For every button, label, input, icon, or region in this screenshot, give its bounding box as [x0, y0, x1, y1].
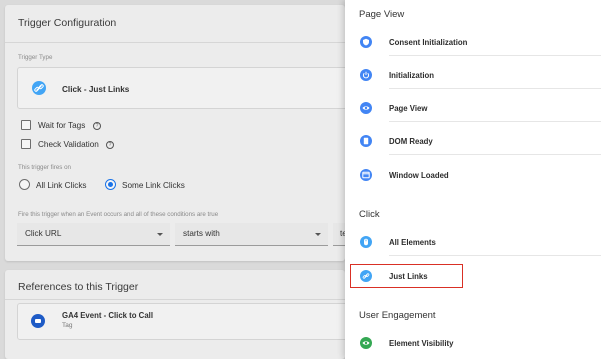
section-page-view-title: Page View: [359, 9, 405, 20]
check-validation-checkbox[interactable]: [21, 139, 31, 149]
trigger-item-label: DOM Ready: [389, 137, 433, 146]
trigger-configuration-title: Trigger Configuration: [18, 17, 117, 29]
section-user-engagement-title: User Engagement: [359, 310, 436, 321]
trigger-type-selector[interactable]: Click - Just Links: [17, 67, 349, 109]
trigger-item-label: Consent Initialization: [389, 38, 468, 47]
eye-icon: [360, 102, 372, 114]
power-icon: [360, 69, 372, 81]
reference-item[interactable]: GA4 Event - Click to Call Tag: [17, 303, 349, 340]
trigger-item-consent-initialization[interactable]: Consent Initialization: [345, 30, 601, 56]
some-link-clicks-label: Some Link Clicks: [122, 181, 185, 190]
trigger-type-picker-panel: Page View Consent Initialization Initial…: [345, 0, 601, 359]
trigger-item-label: All Elements: [389, 238, 436, 247]
link-icon: [32, 81, 46, 95]
fires-on-label: This trigger fires on: [18, 164, 71, 171]
condition-variable-select[interactable]: Click URL: [17, 223, 170, 246]
references-card: References to this Trigger GA4 Event - C…: [5, 270, 349, 359]
check-validation-label: Check Validation: [38, 140, 99, 149]
trigger-item-window-loaded[interactable]: Window Loaded: [345, 163, 601, 189]
item-divider: [389, 121, 601, 122]
all-link-clicks-label: All Link Clicks: [36, 181, 87, 190]
trigger-type-value: Click - Just Links: [62, 85, 130, 94]
references-title: References to this Trigger: [18, 281, 139, 293]
shield-icon: [360, 36, 372, 48]
wait-for-tags-checkbox[interactable]: [21, 120, 31, 130]
trigger-item-label: Element Visibility: [389, 339, 454, 348]
wait-for-tags-help-icon[interactable]: ?: [93, 122, 101, 130]
item-divider: [389, 154, 601, 155]
condition-operator-select[interactable]: starts with: [175, 223, 328, 246]
trigger-item-initialization[interactable]: Initialization: [345, 63, 601, 89]
highlight-box: [350, 264, 463, 288]
chevron-down-icon: [157, 233, 163, 236]
trigger-type-label: Trigger Type: [18, 54, 53, 61]
item-divider: [389, 88, 601, 89]
eye-icon: [360, 337, 372, 349]
tag-icon: [31, 314, 45, 328]
document-icon: [360, 135, 372, 147]
condition-operator-value: starts with: [183, 229, 220, 238]
some-link-clicks-radio[interactable]: [105, 179, 116, 190]
trigger-item-page-view[interactable]: Page View: [345, 96, 601, 122]
item-divider: [389, 55, 601, 56]
references-divider: [5, 299, 345, 300]
trigger-item-label: Initialization: [389, 71, 435, 80]
all-link-clicks-radio[interactable]: [19, 179, 30, 190]
title-divider: [5, 42, 345, 43]
reference-item-type: Tag: [62, 322, 73, 329]
reference-item-name: GA4 Event - Click to Call: [62, 311, 153, 320]
condition-variable-value: Click URL: [25, 229, 62, 238]
wait-for-tags-label: Wait for Tags: [38, 121, 86, 130]
trigger-item-element-visibility[interactable]: Element Visibility: [345, 331, 601, 357]
chevron-down-icon: [315, 233, 321, 236]
window-icon: [360, 169, 372, 181]
trigger-item-label: Page View: [389, 104, 428, 113]
check-validation-help-icon[interactable]: ?: [106, 141, 114, 149]
item-divider: [389, 255, 601, 256]
trigger-item-dom-ready[interactable]: DOM Ready: [345, 129, 601, 155]
condition-label: Fire this trigger when an Event occurs a…: [18, 211, 219, 218]
trigger-item-all-elements[interactable]: All Elements: [345, 230, 601, 256]
trigger-item-label: Window Loaded: [389, 171, 449, 180]
mouse-icon: [360, 236, 372, 248]
condition-value-input[interactable]: te: [333, 223, 345, 246]
section-click-title: Click: [359, 209, 380, 220]
